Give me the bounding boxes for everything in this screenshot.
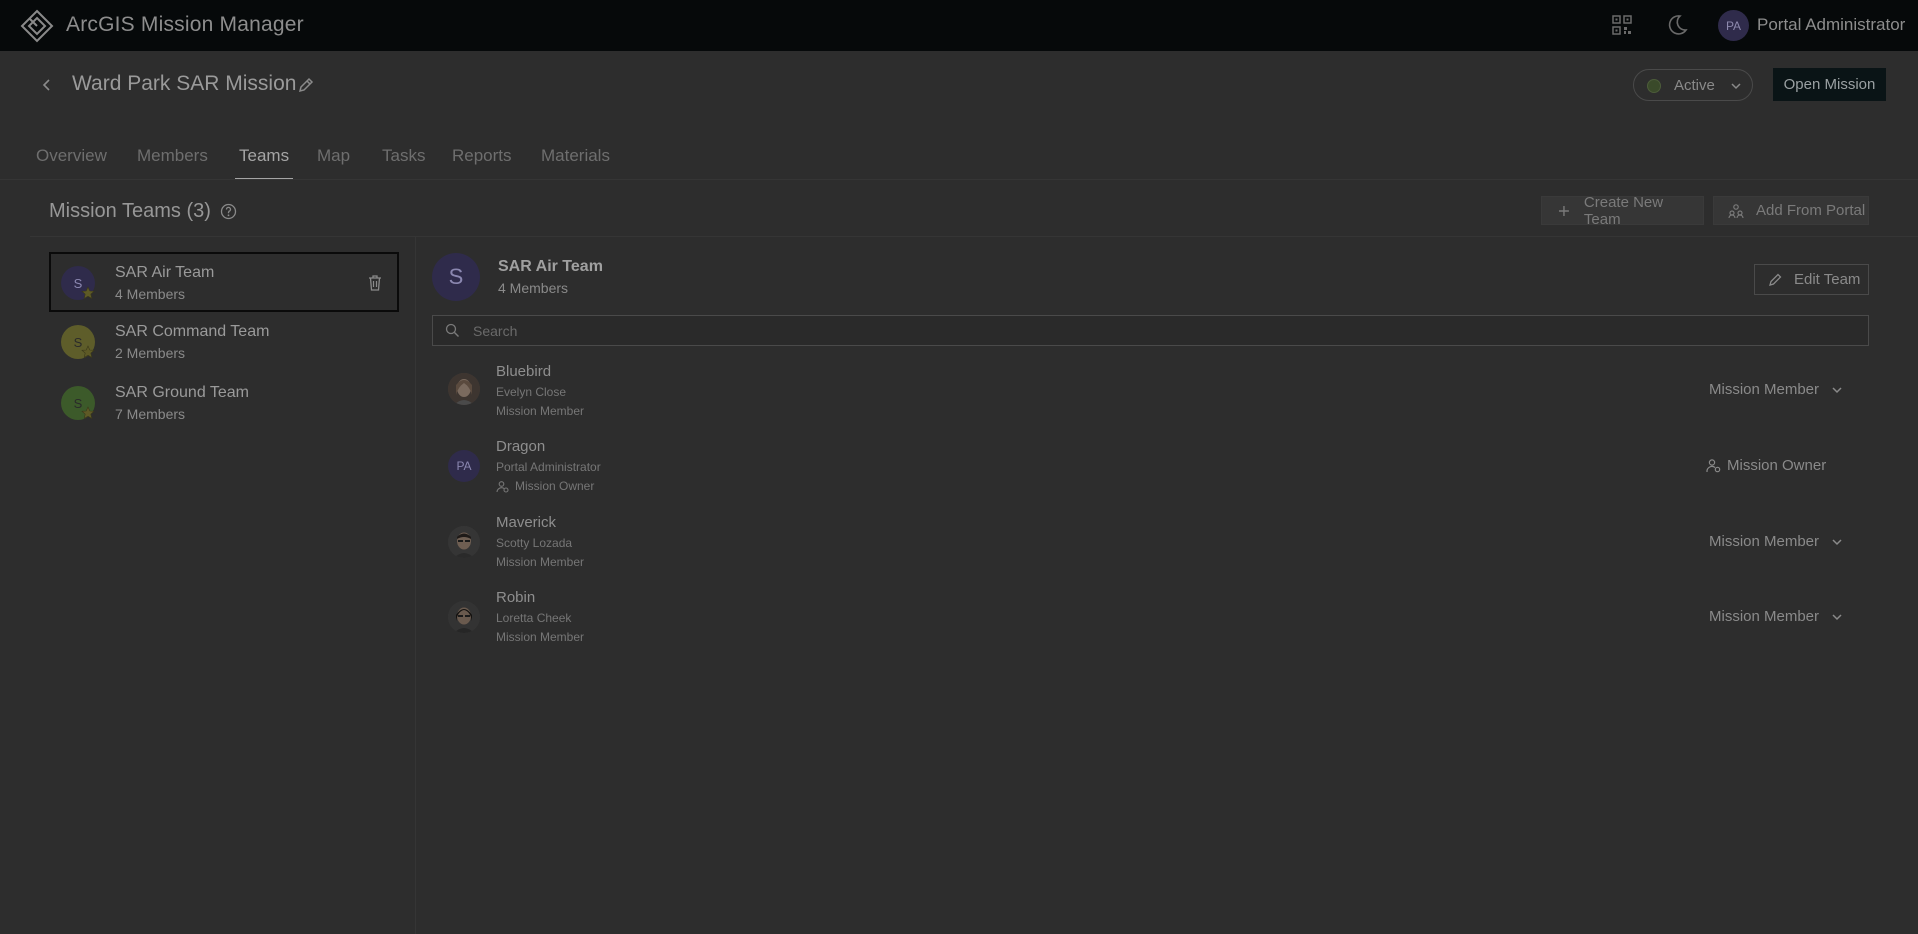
member-avatar — [448, 373, 480, 405]
tab-materials[interactable]: Materials — [541, 146, 610, 180]
member-row: Bluebird Evelyn Close Mission Member Mis… — [432, 363, 1869, 437]
tab-map[interactable]: Map — [317, 146, 350, 180]
edit-team-button[interactable]: Edit Team — [1754, 264, 1869, 295]
member-callsign: Bluebird — [496, 363, 552, 380]
status-indicator-dot — [1647, 79, 1661, 93]
member-fullname: Loretta Cheek — [496, 611, 572, 625]
member-row: Maverick Scotty Lozada Mission Member Mi… — [432, 514, 1869, 588]
team-name: SAR Air Team — [115, 264, 215, 281]
create-new-team-label: Create New Team — [1583, 193, 1664, 228]
mission-tabs: Overview Members Teams Map Tasks Reports… — [0, 140, 1918, 180]
open-mission-button[interactable]: Open Mission — [1773, 68, 1886, 101]
team-list-item[interactable]: S SAR Command Team 2 Members — [49, 313, 399, 373]
users-group-icon — [1728, 203, 1744, 218]
edit-pencil-icon[interactable] — [297, 76, 315, 94]
member-role-label: Mission Member — [1709, 381, 1820, 398]
edit-team-label: Edit Team — [1794, 271, 1861, 288]
user-name[interactable]: Portal Administrator — [1757, 15, 1905, 35]
tab-tasks[interactable]: Tasks — [382, 146, 425, 180]
star-icon — [81, 406, 95, 420]
search-icon — [445, 323, 459, 337]
member-callsign: Maverick — [496, 514, 557, 531]
status-label: Active — [1674, 77, 1715, 94]
add-from-portal-label: Add From Portal — [1756, 202, 1866, 219]
person-photo-icon — [448, 373, 480, 405]
member-role-subtitle: Mission Member — [496, 555, 585, 569]
member-callsign: Robin — [496, 589, 536, 606]
add-from-portal-button[interactable]: Add From Portal — [1713, 196, 1869, 225]
team-detail-avatar: S — [432, 253, 480, 301]
member-role-label: Mission Member — [1709, 608, 1820, 625]
user-avatar[interactable]: PA — [1718, 10, 1749, 41]
star-icon — [81, 286, 95, 300]
person-photo-icon — [448, 526, 480, 558]
team-list-item[interactable]: S SAR Air Team 4 Members — [49, 252, 399, 312]
member-role-label: Mission Member — [1709, 533, 1820, 550]
chevron-down-icon — [1731, 83, 1741, 90]
trash-icon[interactable] — [367, 274, 383, 292]
chevron-down-icon — [1832, 613, 1842, 620]
mission-status-dropdown[interactable]: Active — [1633, 69, 1753, 101]
mission-teams-heading: Mission Teams (3) — [49, 200, 211, 222]
team-member-count: 4 Members — [115, 286, 186, 302]
app-title: ArcGIS Mission Manager — [66, 13, 304, 36]
team-detail-name: SAR Air Team — [498, 258, 603, 275]
chevron-down-icon — [1832, 386, 1842, 393]
member-role-label: Mission Owner — [1727, 457, 1827, 474]
member-role-subtitle: Mission Member — [496, 404, 585, 418]
create-new-team-button[interactable]: Create New Team — [1541, 193, 1704, 228]
member-fullname: Scotty Lozada — [496, 536, 573, 550]
member-search-box — [432, 315, 1869, 346]
member-role-dropdown[interactable]: Mission Member — [1709, 608, 1843, 625]
member-search-input[interactable] — [473, 320, 1853, 342]
team-name: SAR Command Team — [115, 323, 270, 340]
member-role-subtitle-text: Mission Owner — [515, 479, 595, 493]
member-role-dropdown[interactable]: Mission Member — [1709, 381, 1843, 398]
member-row: PA Dragon Portal Administrator Mission O… — [432, 438, 1869, 512]
member-role-dropdown[interactable]: Mission Member — [1709, 533, 1843, 550]
team-name: SAR Ground Team — [115, 384, 249, 401]
help-question-icon[interactable] — [220, 203, 237, 220]
member-avatar — [448, 526, 480, 558]
team-member-count: 2 Members — [115, 345, 186, 361]
team-member-count: 7 Members — [115, 406, 186, 422]
member-row: Robin Loretta Cheek Mission Member Missi… — [432, 589, 1869, 663]
team-detail-member-count: 4 Members — [498, 280, 569, 296]
top-bar: ArcGIS Mission Manager PA Portal Adminis… — [0, 0, 1918, 51]
team-list-item[interactable]: S SAR Ground Team 7 Members — [49, 374, 399, 434]
member-role-subtitle: Mission Member — [496, 630, 585, 644]
qr-code-icon[interactable] — [1612, 15, 1632, 35]
mission-owner-icon — [1706, 459, 1721, 473]
app-logo-icon[interactable] — [20, 9, 54, 43]
tab-members[interactable]: Members — [137, 146, 208, 180]
plus-icon — [1558, 205, 1569, 216]
member-avatar — [448, 601, 480, 633]
member-fullname: Evelyn Close — [496, 385, 567, 399]
member-owner-label: Mission Owner — [1706, 457, 1826, 474]
chevron-down-icon — [1832, 538, 1842, 545]
edit-pencil-icon — [1769, 273, 1782, 286]
mission-title: Ward Park SAR Mission — [72, 72, 297, 95]
mission-owner-icon — [496, 480, 509, 493]
member-avatar: PA — [448, 450, 480, 482]
tab-teams[interactable]: Teams — [235, 146, 294, 180]
tab-overview[interactable]: Overview — [36, 146, 107, 180]
back-chevron-icon[interactable] — [40, 76, 54, 94]
tabs-divider — [0, 179, 1918, 180]
member-callsign: Dragon — [496, 438, 546, 455]
tab-reports[interactable]: Reports — [452, 146, 512, 180]
person-photo-icon — [448, 601, 480, 633]
dark-mode-moon-icon[interactable] — [1666, 13, 1688, 37]
star-icon — [81, 345, 95, 359]
member-role-subtitle: Mission Owner — [496, 479, 594, 493]
member-fullname: Portal Administrator — [496, 460, 601, 474]
